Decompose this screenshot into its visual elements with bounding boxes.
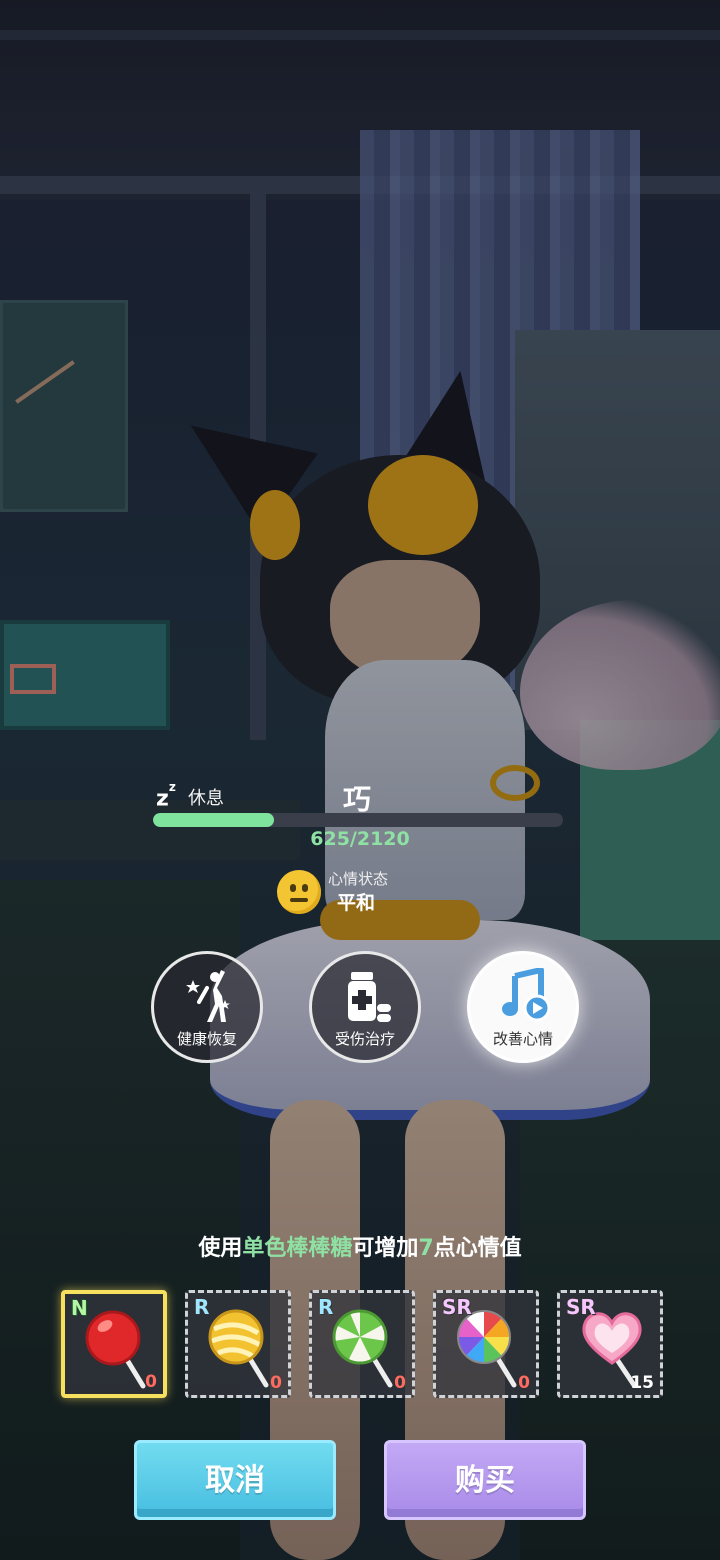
- health-recovery-button[interactable]: 健康恢复: [151, 951, 263, 1063]
- candy-count: 0: [270, 1373, 282, 1393]
- mood-progress-fill: [153, 813, 274, 827]
- candy-count: 0: [394, 1373, 406, 1393]
- neutral-face-icon: [277, 870, 321, 914]
- hint-item-name: 单色棒棒糖: [242, 1236, 353, 1261]
- hint-suffix: 点心情值: [433, 1236, 522, 1261]
- exercise-icon: [186, 970, 230, 1022]
- candy-slot-sr-heart[interactable]: SR 15: [557, 1290, 663, 1398]
- improve-mood-button[interactable]: 改善心情: [467, 951, 579, 1063]
- candy-slot-r-green[interactable]: R 0: [309, 1290, 415, 1398]
- sleep-icon: zz: [156, 780, 176, 812]
- candy-rarity: SR: [566, 1295, 596, 1319]
- candy-count: 0: [145, 1372, 157, 1392]
- music-icon: [502, 968, 551, 1022]
- mood-progress-bar: [153, 813, 563, 827]
- rest-status-label: 休息: [188, 788, 224, 809]
- candy-rarity: N: [71, 1296, 88, 1320]
- red-lollipop-icon: [85, 1310, 146, 1389]
- candy-rarity: R: [318, 1295, 334, 1319]
- candy-slot-sr-rainbow[interactable]: SR 0: [433, 1290, 539, 1398]
- buy-button[interactable]: 购买: [384, 1440, 586, 1520]
- yellow-swirl-lollipop-icon: [208, 1309, 269, 1388]
- injury-treatment-button[interactable]: 受伤治疗: [309, 951, 421, 1063]
- health-recovery-label: 健康恢复: [176, 1030, 237, 1048]
- mood-state-value: 平和: [337, 892, 376, 914]
- hint-amount: 7: [418, 1236, 434, 1261]
- candy-effect-hint: 使用单色棒棒糖可增加7点心情值: [100, 1230, 620, 1262]
- hint-prefix: 使用: [198, 1236, 243, 1261]
- candy-slot-n[interactable]: N 0: [61, 1290, 167, 1398]
- candy-selector: N 0 R 0 R 0 SR 0 SR 15: [61, 1290, 663, 1400]
- injury-treatment-label: 受伤治疗: [334, 1030, 395, 1048]
- candy-count: 15: [630, 1373, 654, 1393]
- mood-value: 625/2120: [310, 828, 410, 850]
- candy-count: 0: [518, 1373, 530, 1393]
- hint-middle: 可增加: [352, 1236, 419, 1261]
- cancel-button[interactable]: 取消: [134, 1440, 336, 1520]
- green-swirl-lollipop-icon: [332, 1309, 393, 1388]
- character-name: 巧: [343, 783, 372, 816]
- improve-mood-label: 改善心情: [492, 1030, 553, 1048]
- mood-state-label: 心情状态: [328, 870, 389, 888]
- candy-rarity: SR: [442, 1295, 472, 1319]
- status-row: zz 休息 巧: [153, 778, 563, 816]
- candy-slot-r-yellow[interactable]: R 0: [185, 1290, 291, 1398]
- medicine-icon: [348, 972, 391, 1022]
- mood-state: 心情状态 平和: [277, 868, 417, 916]
- candy-rarity: R: [194, 1295, 210, 1319]
